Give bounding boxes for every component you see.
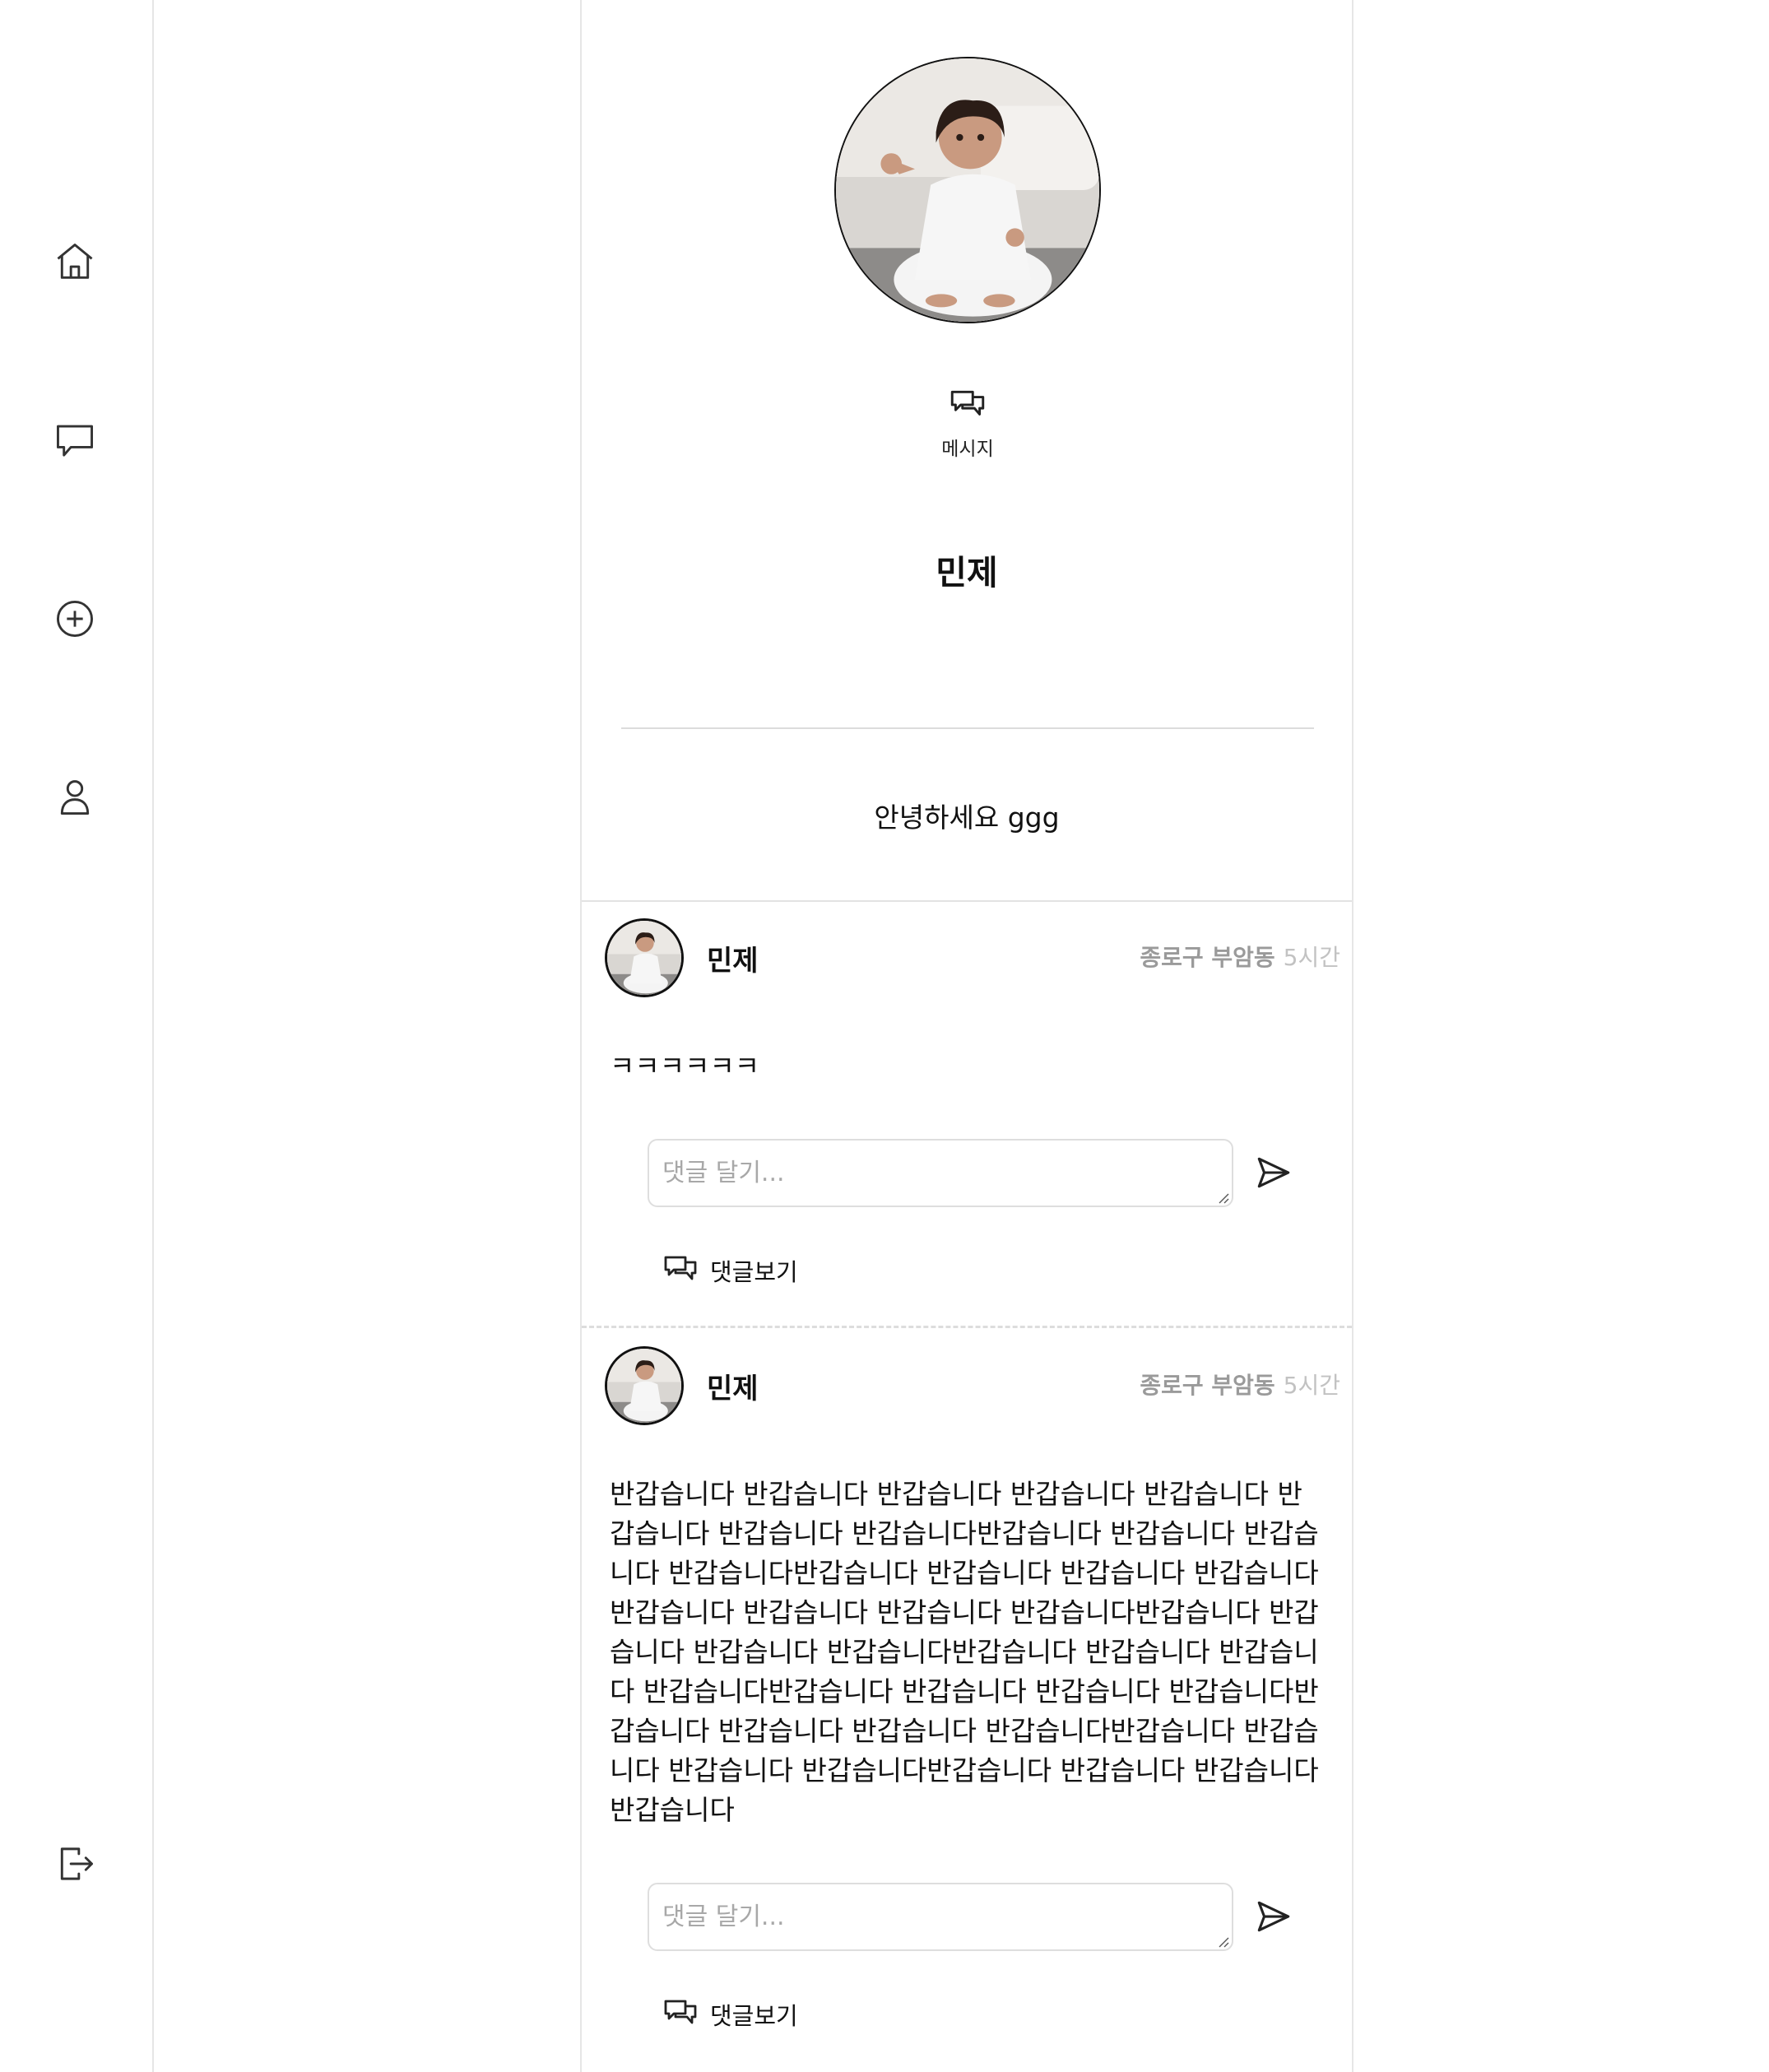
message-button[interactable]: 메시지: [894, 385, 1041, 467]
nav-profile-button[interactable]: [46, 768, 104, 825]
post-meta: 종로구 부암동 5시간: [1140, 940, 1340, 973]
comments-icon: [664, 2000, 697, 2024]
message-label: 메시지: [941, 439, 994, 460]
view-comments-button[interactable]: 댓글보기: [661, 1995, 798, 2034]
view-comments-button[interactable]: 댓글보기: [661, 1251, 798, 1290]
send-icon[interactable]: [1253, 1152, 1294, 1193]
post-author-photo: [607, 921, 681, 995]
add-circle-icon: [57, 601, 93, 637]
nav-home-button[interactable]: [46, 233, 104, 290]
sidebar: [0, 0, 154, 2072]
nav-chat-button[interactable]: [46, 411, 104, 469]
post-content: 반갑습니다 반갑습니다 반갑습니다 반갑습니다 반갑습니다 반갑습니다 반갑습니…: [610, 1478, 1319, 1826]
profile-name: 민제: [936, 553, 998, 592]
profile-column: 메시지 민제 안녕하세요 ggg 민제 종로구 부암동 5시간 ㅋㅋㅋㅋㅋㅋ 댓…: [580, 0, 1353, 2072]
nav-create-button[interactable]: [46, 590, 104, 648]
post-time: 5시간: [1283, 1372, 1340, 1399]
comments-icon: [664, 1256, 697, 1280]
post-meta: 종로구 부암동 5시간: [1140, 1368, 1340, 1401]
post-location: 종로구 부암동: [1140, 1372, 1275, 1399]
profile-bio: 안녕하세요 ggg: [874, 801, 1060, 834]
view-comments-label: 댓글보기: [710, 1258, 798, 1286]
resize-grip-icon[interactable]: [1217, 1935, 1230, 1949]
message-icon: [950, 390, 985, 416]
post-author-name[interactable]: 민제: [707, 938, 759, 978]
post-author-photo: [607, 1349, 681, 1423]
post-card: 민제 종로구 부암동 5시간 ㅋㅋㅋㅋㅋㅋ 댓글보기: [582, 902, 1352, 1326]
comment-input[interactable]: [648, 1883, 1233, 1951]
post-author-name[interactable]: 민제: [707, 1366, 759, 1406]
person-icon: [60, 780, 90, 815]
post-author-avatar[interactable]: [605, 1346, 684, 1425]
comment-input[interactable]: [648, 1139, 1233, 1207]
home-icon: [57, 244, 93, 279]
nav-logout-button[interactable]: [46, 1835, 104, 1893]
resize-grip-icon[interactable]: [1217, 1192, 1230, 1205]
post-time: 5시간: [1283, 944, 1340, 971]
post-author-avatar[interactable]: [605, 918, 684, 997]
post-separator: [582, 1326, 1352, 1328]
send-icon[interactable]: [1253, 1896, 1294, 1937]
post-card: 민제 종로구 부암동 5시간 반갑습니다 반갑습니다 반갑습니다 반갑습니다 반갑…: [582, 1330, 1352, 2070]
view-comments-label: 댓글보기: [710, 2002, 798, 2030]
profile-avatar: [834, 57, 1101, 323]
post-content: ㅋㅋㅋㅋㅋㅋ: [610, 1050, 760, 1082]
profile-divider: [621, 727, 1314, 729]
post-location: 종로구 부암동: [1140, 944, 1275, 971]
chat-icon: [57, 425, 93, 457]
logout-icon: [60, 1847, 93, 1880]
profile-photo: [836, 58, 1099, 322]
